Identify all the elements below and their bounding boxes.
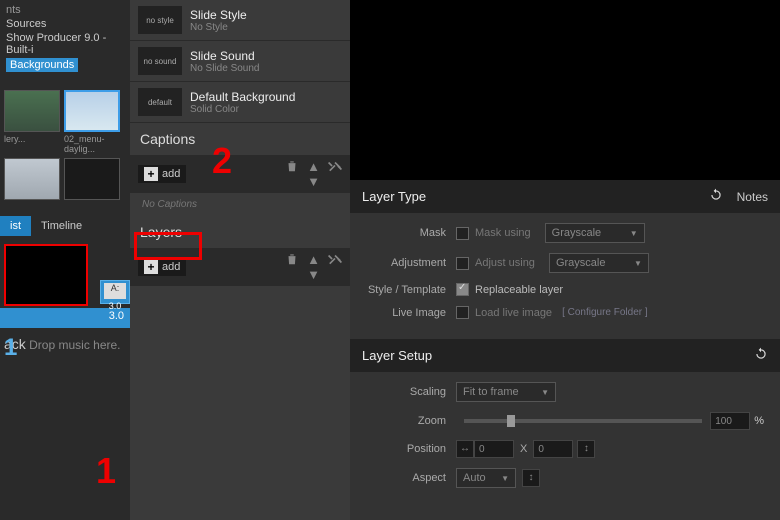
zoom-label: Zoom	[366, 415, 456, 427]
property-swatch: default	[138, 88, 182, 116]
view-tabs: ist Timeline	[0, 216, 130, 236]
tree-item-producer[interactable]: Show Producer 9.0 - Built-i	[6, 32, 124, 56]
layer-setup-header: Layer Setup	[350, 339, 780, 372]
live-image-label-text: Load live image	[475, 307, 552, 319]
track-mini-thumb[interactable]: A: 3.0	[100, 280, 130, 304]
tab-timeline[interactable]: Timeline	[31, 216, 92, 236]
resource-tree: nts Sources Show Producer 9.0 - Built-i …	[0, 0, 130, 78]
layer-type-header: Layer Type Notes	[350, 180, 780, 213]
live-image-checkbox[interactable]	[456, 306, 469, 319]
property-title: Default Background	[190, 90, 342, 104]
left-panel: nts Sources Show Producer 9.0 - Built-i …	[0, 0, 130, 520]
layers-header: Layers	[130, 216, 350, 248]
property-subtitle: Solid Color	[190, 104, 342, 115]
thumb-item[interactable]	[64, 158, 120, 200]
add-caption-button[interactable]: + add	[138, 165, 186, 183]
preview-area	[350, 0, 780, 180]
refresh-icon[interactable]	[709, 188, 723, 205]
zoom-unit: %	[754, 415, 764, 427]
sort-icon[interactable]: ▲▼	[307, 252, 320, 282]
tree-item-a[interactable]: nts	[6, 4, 124, 16]
property-swatch: no sound	[138, 47, 182, 75]
chevron-down-icon: ▼	[501, 474, 509, 483]
mask-label: Mask	[366, 227, 456, 239]
properties-panel: Layer Type Notes Mask Mask using Graysca…	[350, 0, 780, 520]
captions-header: Captions	[130, 123, 350, 155]
mask-checkbox-label: Mask using	[475, 227, 531, 239]
captions-empty: No Captions	[130, 193, 350, 216]
adjustment-mode-select[interactable]: Grayscale▼	[549, 253, 649, 273]
scaling-select[interactable]: Fit to frame▼	[456, 382, 556, 402]
position-x-input[interactable]	[474, 440, 514, 458]
position-y-input[interactable]	[533, 440, 573, 458]
property-subtitle: No Style	[190, 22, 342, 33]
notes-tab[interactable]: Notes	[737, 190, 768, 204]
tree-item-backgrounds[interactable]: Backgrounds	[6, 58, 78, 72]
track-duration-bar[interactable]: 3.0	[0, 308, 130, 328]
track-hint: Drop music here.	[29, 338, 120, 352]
tab-list[interactable]: ist	[0, 216, 31, 236]
slide-number: 1	[4, 334, 17, 362]
property-title: Slide Sound	[190, 49, 342, 63]
tree-item-sources[interactable]: Sources	[6, 18, 124, 30]
layers-toolbar: + add ▲▼	[130, 248, 350, 286]
mask-mode-select[interactable]: Grayscale▼	[545, 223, 645, 243]
thumbnail-area: lery... 02_menu-daylig...	[0, 86, 130, 208]
tools-icon[interactable]	[328, 159, 342, 189]
thumb-item[interactable]: lery...	[4, 90, 60, 154]
live-image-label: Live Image	[366, 307, 456, 319]
slide-property-row[interactable]: no sound Slide Sound No Slide Sound	[130, 41, 350, 82]
thumb-item[interactable]: 02_menu-daylig...	[64, 90, 126, 154]
trash-icon[interactable]	[285, 159, 299, 189]
slide-options-panel: no style Slide Style No Styleno sound Sl…	[130, 0, 350, 520]
zoom-slider[interactable]	[464, 419, 702, 423]
pos-resize-h-icon[interactable]: ↔	[456, 440, 474, 458]
aspect-label: Aspect	[366, 472, 456, 484]
trash-icon[interactable]	[285, 252, 299, 282]
scaling-label: Scaling	[366, 386, 456, 398]
chevron-down-icon: ▼	[541, 388, 549, 397]
slide-property-row[interactable]: no style Slide Style No Style	[130, 0, 350, 41]
adjustment-checkbox-label: Adjust using	[475, 257, 535, 269]
aspect-select[interactable]: Auto▼	[456, 468, 516, 488]
x-label: X	[520, 443, 527, 455]
replaceable-checkbox[interactable]	[456, 283, 469, 296]
position-label: Position	[366, 443, 456, 455]
replaceable-label: Replaceable layer	[475, 284, 563, 296]
sort-icon[interactable]: ▲▼	[307, 159, 320, 189]
property-subtitle: No Slide Sound	[190, 63, 342, 74]
adjustment-checkbox[interactable]	[456, 257, 469, 270]
plus-icon: +	[144, 167, 158, 181]
slide-property-row[interactable]: default Default Background Solid Color	[130, 82, 350, 123]
thumb-item[interactable]	[4, 158, 60, 200]
mask-checkbox[interactable]	[456, 227, 469, 240]
style-template-label: Style / Template	[366, 284, 456, 296]
track-area: A: 3.0 1 3.0 ack Drop music here.	[0, 244, 130, 356]
pos-resize-v-icon[interactable]: ↕	[577, 440, 595, 458]
aspect-stepper[interactable]: ↕	[522, 469, 540, 487]
track-slide-thumb[interactable]	[4, 244, 88, 306]
adjustment-label: Adjustment	[366, 257, 456, 269]
property-title: Slide Style	[190, 8, 342, 22]
tools-icon[interactable]	[328, 252, 342, 282]
chevron-down-icon: ▼	[630, 229, 638, 238]
refresh-icon[interactable]	[754, 347, 768, 364]
captions-toolbar: + add ▲▼	[130, 155, 350, 193]
configure-folder-link[interactable]: [ Configure Folder ]	[562, 307, 648, 318]
zoom-input[interactable]	[710, 412, 750, 430]
plus-icon: +	[144, 260, 158, 274]
chevron-down-icon: ▼	[634, 259, 642, 268]
add-layer-button[interactable]: + add	[138, 258, 186, 276]
property-swatch: no style	[138, 6, 182, 34]
